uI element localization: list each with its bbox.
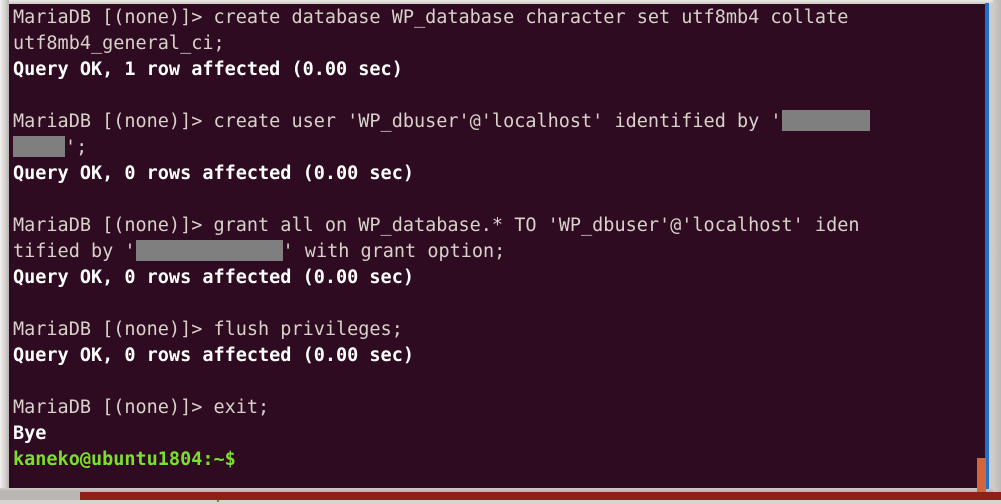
terminal-text: Query OK, 0 rows affected (0.00 sec) (13, 345, 414, 366)
terminal-text: MariaDB [(none)]> create user 'WP_dbuser… (13, 111, 782, 132)
terminal-text: ' with grant option; (282, 241, 506, 262)
terminal-text: Query OK, 0 rows affected (0.00 sec) (13, 267, 414, 288)
terminal-screen[interactable]: MariaDB [(none)]> create database WP_dat… (9, 3, 985, 489)
terminal-line: Query OK, 1 row affected (0.00 sec) (13, 57, 870, 83)
redacted-password-block (781, 110, 870, 131)
terminal-line: kaneko@ubuntu1804:~$ (13, 447, 870, 473)
terminal-line: MariaDB [(none)]> flush privileges; (13, 317, 870, 343)
terminal-text: tified by ' (13, 241, 136, 262)
background-taskbar (80, 492, 1001, 500)
terminal-scrollbar-thumb[interactable] (977, 458, 986, 492)
window-right-border (993, 0, 1001, 492)
terminal-line: MariaDB [(none)]> exit; (13, 395, 870, 421)
terminal-line: Query OK, 0 rows affected (0.00 sec) (13, 161, 870, 187)
terminal-text: MariaDB [(none)]> flush privileges; (13, 319, 403, 340)
terminal-line: Query OK, 0 rows affected (0.00 sec) (13, 265, 870, 291)
terminal-scrollbar-track[interactable] (985, 3, 989, 489)
terminal-text: Query OK, 1 row affected (0.00 sec) (13, 59, 403, 80)
terminal-window[interactable]: MariaDB [(none)]> create database WP_dat… (0, 0, 1001, 492)
terminal-line: Bye (13, 421, 870, 447)
terminal-text: Bye (13, 423, 47, 444)
window-bottom-border (0, 488, 1001, 492)
window-top-border (0, 0, 1001, 4)
redacted-password-block (135, 240, 283, 261)
window-left-border (0, 0, 9, 492)
terminal-line: tified by ' ' with grant option; (13, 239, 870, 265)
terminal-line: MariaDB [(none)]> create user 'WP_dbuser… (13, 109, 870, 135)
terminal-output: MariaDB [(none)]> create database WP_dat… (13, 5, 870, 473)
terminal-line: MariaDB [(none)]> create database WP_dat… (13, 5, 870, 31)
terminal-line: utf8mb4_general_ci; (13, 31, 870, 57)
terminal-text: MariaDB [(none)]> create database WP_dat… (13, 7, 849, 28)
terminal-text: MariaDB [(none)]> grant all on WP_databa… (13, 215, 860, 236)
terminal-text: kaneko@ubuntu1804:~$ (13, 449, 236, 470)
redacted-password-block (13, 136, 65, 157)
terminal-text: Query OK, 0 rows affected (0.00 sec) (13, 163, 414, 184)
terminal-text: utf8mb4_general_ci; (13, 33, 225, 54)
terminal-line: MariaDB [(none)]> grant all on WP_databa… (13, 213, 870, 239)
background-window-edge (0, 492, 80, 500)
terminal-text: MariaDB [(none)]> exit; (13, 397, 270, 418)
terminal-line: Query OK, 0 rows affected (0.00 sec) (13, 343, 870, 369)
terminal-line: '; (13, 135, 870, 161)
terminal-text: '; (65, 137, 88, 158)
